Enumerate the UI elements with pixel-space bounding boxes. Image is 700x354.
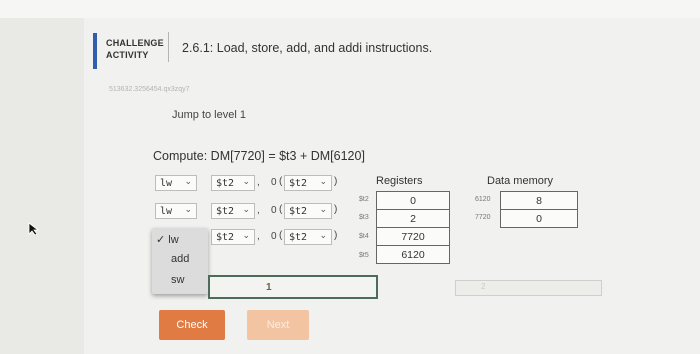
chevron-down-icon: ⌄ <box>184 205 192 215</box>
memory-value-6120: 8 <box>500 191 578 210</box>
activity-accent-bar <box>93 33 97 69</box>
instruction-2-op-select[interactable]: lw ⌄ <box>155 203 197 219</box>
memory-address-6120: 6120 <box>475 196 491 203</box>
activity-title: 2.6.1: Load, store, add, and addi instru… <box>182 41 433 55</box>
chevron-down-icon: ⌄ <box>242 177 250 187</box>
registers-heading: Registers <box>376 175 423 187</box>
level-1-progress <box>208 275 378 299</box>
challenge-label-line1: CHALLENGE <box>106 38 164 48</box>
register-value-t4: 7720 <box>376 227 450 246</box>
instruction-2-close-paren: ) <box>334 204 338 215</box>
open-paren: ( <box>279 176 283 187</box>
register-value-t3: 2 <box>376 209 450 228</box>
chevron-down-icon: ⌄ <box>242 205 250 215</box>
memory-value-7720: 0 <box>500 209 578 228</box>
dropdown-option-sw[interactable]: sw <box>171 274 184 286</box>
instruction-2-base-select[interactable]: $t2 ⌄ <box>284 203 332 219</box>
level-2-progress <box>455 280 602 296</box>
level-1-number: 1 <box>266 282 272 293</box>
chevron-down-icon: ⌄ <box>319 231 327 241</box>
instruction-1-op-select[interactable]: lw ⌄ <box>155 175 197 191</box>
instruction-1-reg-select[interactable]: $t2 ⌄ <box>211 175 255 191</box>
instruction-3-reg-select[interactable]: $t2 ⌄ <box>211 229 255 245</box>
mouse-cursor-icon <box>28 222 40 236</box>
top-band <box>0 0 700 18</box>
header-divider <box>168 32 169 62</box>
register-value-t5: 6120 <box>376 245 450 264</box>
instruction-3-base-select[interactable]: $t2 ⌄ <box>284 229 332 245</box>
instruction-3-comma: , <box>257 231 260 242</box>
check-button[interactable]: Check <box>159 310 225 340</box>
instruction-1-comma: , <box>257 177 260 188</box>
instruction-3-close-paren: ) <box>334 230 338 241</box>
instruction-2-base-value: $t2 <box>289 205 308 217</box>
dropdown-option-add[interactable]: add <box>171 253 189 265</box>
instruction-2-op-value: lw <box>160 205 173 217</box>
instruction-1-reg-value: $t2 <box>216 177 235 189</box>
chevron-down-icon: ⌄ <box>319 177 327 187</box>
data-memory-heading: Data memory <box>487 175 554 187</box>
level-2-number: 2 <box>481 282 486 291</box>
instruction-3-base-value: $t2 <box>289 231 308 243</box>
register-name-t4: $t4 <box>359 233 369 240</box>
register-name-t5: $t5 <box>359 252 369 259</box>
instruction-2-offset: 0 <box>271 205 277 216</box>
register-name-t3: $t3 <box>359 214 369 221</box>
instruction-2-reg-value: $t2 <box>216 205 235 217</box>
instruction-2-reg-select[interactable]: $t2 ⌄ <box>211 203 255 219</box>
activity-id-watermark: 513632.3256454.qx3zqy7 <box>109 86 190 93</box>
instruction-3-op-dropdown[interactable]: ✓ lw add sw <box>152 228 208 294</box>
register-name-t2: $t2 <box>359 196 369 203</box>
chevron-down-icon: ⌄ <box>319 205 327 215</box>
instruction-1-offset: 0 <box>271 177 277 188</box>
challenge-label-line2: ACTIVITY <box>106 50 149 60</box>
instruction-2-comma: , <box>257 205 260 216</box>
open-paren: ( <box>279 230 283 241</box>
instruction-1-base-select[interactable]: $t2 ⌄ <box>284 175 332 191</box>
chevron-down-icon: ⌄ <box>184 177 192 187</box>
jump-to-level-link[interactable]: Jump to level 1 <box>172 109 246 121</box>
open-paren: ( <box>279 204 283 215</box>
instruction-1-op-value: lw <box>160 177 173 189</box>
instruction-1-base-value: $t2 <box>289 177 308 189</box>
dropdown-option-lw[interactable]: ✓ lw <box>156 233 179 246</box>
register-value-t2: 0 <box>376 191 450 210</box>
instruction-3-reg-value: $t2 <box>216 231 235 243</box>
instruction-3-offset: 0 <box>271 231 277 242</box>
next-button[interactable]: Next <box>247 310 309 340</box>
challenge-activity-label: CHALLENGE ACTIVITY <box>106 37 164 61</box>
instruction-1-close-paren: ) <box>334 176 338 187</box>
memory-address-7720: 7720 <box>475 214 491 221</box>
compute-prompt: Compute: DM[7720] = $t3 + DM[6120] <box>153 149 365 163</box>
chevron-down-icon: ⌄ <box>242 231 250 241</box>
